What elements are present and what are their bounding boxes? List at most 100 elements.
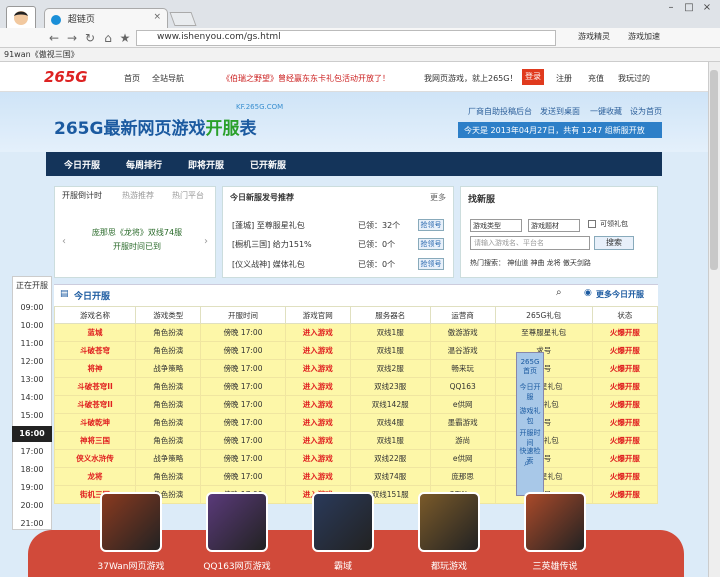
browser-tab[interactable]: 超链页 × bbox=[44, 8, 168, 28]
time-slot[interactable]: 18:00 bbox=[12, 462, 52, 478]
game-label[interactable]: QQ163网页游戏 bbox=[187, 559, 287, 572]
search-input[interactable]: 请输入游戏名、平台名 bbox=[470, 236, 590, 250]
table-cell[interactable]: 至尊服星礼包 bbox=[494, 323, 593, 342]
game-type-select[interactable]: 游戏类型 bbox=[470, 219, 522, 232]
bookmark-item[interactable]: 91wan《傲视三国》 bbox=[4, 50, 79, 59]
giftcode-name[interactable]: [蓬城] 至尊服星礼包 bbox=[232, 221, 305, 230]
nav-recharge[interactable]: 充值 bbox=[588, 73, 604, 84]
game-label[interactable]: 霸域 bbox=[293, 559, 393, 572]
more-today-link[interactable]: 更多今日开服 bbox=[596, 289, 644, 300]
search-icon[interactable]: ⌕ bbox=[556, 287, 562, 298]
game-label[interactable]: 三英雄传说 bbox=[505, 559, 605, 572]
hot-search[interactable]: 热门搜索： 神仙道 神曲 龙将 傲天剑路 bbox=[470, 258, 591, 268]
next-arrow-icon[interactable]: › bbox=[204, 236, 208, 247]
banner-link-0[interactable]: 厂商自助投稿后台 bbox=[468, 106, 532, 117]
time-slot[interactable]: 17:00 bbox=[12, 444, 52, 460]
game-icon[interactable] bbox=[524, 492, 586, 552]
game-label[interactable]: 37Wan网页游戏 bbox=[81, 559, 181, 572]
side-float-item[interactable]: 游戏礼包 bbox=[518, 406, 542, 426]
tab-countdown[interactable]: 开服倒计时 bbox=[62, 190, 102, 201]
reload-icon[interactable]: ↻ bbox=[82, 30, 98, 46]
enter-game-link[interactable]: 进入游戏 bbox=[284, 467, 351, 486]
game-icon[interactable] bbox=[100, 492, 162, 552]
side-float-item[interactable]: 快速检索 bbox=[518, 446, 542, 466]
navbar-item-upcoming[interactable]: 即将开服 bbox=[188, 158, 224, 171]
grab-code-button[interactable]: 抢领号 bbox=[418, 219, 444, 231]
maximize-icon[interactable]: □ bbox=[680, 2, 698, 16]
gift-checkbox[interactable] bbox=[588, 220, 596, 228]
time-slot[interactable]: 16:00 bbox=[12, 426, 52, 442]
bookmark-star-icon[interactable]: ★ bbox=[117, 30, 133, 46]
address-bar[interactable]: www.ishenyou.com/gs.html bbox=[136, 30, 556, 46]
navbar-item-weekly[interactable]: 每周排行 bbox=[126, 158, 162, 171]
time-slot[interactable]: 19:00 bbox=[12, 480, 52, 496]
tab-hot-games[interactable]: 热游推荐 bbox=[122, 190, 154, 201]
forward-icon[interactable]: → bbox=[64, 30, 80, 46]
game-name-cell[interactable]: 斗破苍穹 bbox=[53, 341, 137, 360]
enter-game-link[interactable]: 进入游戏 bbox=[284, 395, 351, 414]
banner-link-2[interactable]: 一键收藏 bbox=[590, 106, 622, 117]
giftcode-more-link[interactable]: 更多 bbox=[430, 192, 446, 203]
prev-arrow-icon[interactable]: ‹ bbox=[62, 236, 66, 247]
home-icon[interactable]: ⌂ bbox=[100, 30, 116, 46]
giftcode-name[interactable]: [橱机三国] 给力151% bbox=[232, 240, 312, 249]
navbar-item-opened[interactable]: 已开新服 bbox=[250, 158, 286, 171]
game-theme-select[interactable]: 游戏题材 bbox=[528, 219, 580, 232]
game-name-cell[interactable]: 将神 bbox=[53, 359, 137, 378]
nav-register[interactable]: 注册 bbox=[556, 73, 572, 84]
side-float-item[interactable]: 开服时间 bbox=[518, 428, 542, 448]
toolbar-item-0[interactable]: 游戏精灵 bbox=[578, 31, 610, 42]
toolbar-item-1[interactable]: 游戏加速 bbox=[628, 31, 660, 42]
scrollbar-thumb[interactable] bbox=[710, 70, 718, 270]
login-button[interactable]: 登录 bbox=[522, 69, 544, 85]
banner-link-1[interactable]: 发送到桌面 bbox=[540, 106, 580, 117]
nav-announcement[interactable]: 《伯瑞之野望》曾经赢东东卡礼包活动开放了！ bbox=[222, 73, 390, 84]
search-button[interactable]: 搜索 bbox=[594, 236, 634, 250]
enter-game-link[interactable]: 进入游戏 bbox=[284, 323, 351, 342]
close-window-icon[interactable]: × bbox=[698, 2, 716, 16]
enter-game-link[interactable]: 进入游戏 bbox=[284, 413, 351, 432]
enter-game-link[interactable]: 进入游戏 bbox=[284, 359, 351, 378]
game-icon[interactable] bbox=[206, 492, 268, 552]
tab-platforms[interactable]: 热门平台 bbox=[172, 190, 204, 201]
game-name-cell[interactable]: 斗破苍穹II bbox=[53, 395, 137, 414]
time-slot[interactable]: 10:00 bbox=[12, 318, 52, 334]
minimize-icon[interactable]: – bbox=[662, 2, 680, 16]
new-tab-button[interactable] bbox=[169, 12, 197, 26]
banner-link-3[interactable]: 设为首页 bbox=[630, 106, 662, 117]
time-slot[interactable]: 11:00 bbox=[12, 336, 52, 352]
enter-game-link[interactable]: 进入游戏 bbox=[284, 341, 351, 360]
nav-played[interactable]: 我玩过的 bbox=[618, 73, 650, 84]
time-slot[interactable]: 15:00 bbox=[12, 408, 52, 424]
game-icon[interactable] bbox=[418, 492, 480, 552]
enter-game-link[interactable]: 进入游戏 bbox=[284, 377, 351, 396]
time-slot[interactable]: 13:00 bbox=[12, 372, 52, 388]
side-float-item[interactable]: 265G首页 bbox=[518, 358, 542, 376]
side-search-icon[interactable]: ⌕ bbox=[524, 458, 530, 469]
enter-game-link[interactable]: 进入游戏 bbox=[284, 431, 351, 450]
time-slot[interactable]: 09:00 bbox=[12, 300, 52, 316]
giftcode-name[interactable]: [仪义战神] 媒体礼包 bbox=[232, 260, 305, 269]
game-icon[interactable] bbox=[312, 492, 374, 552]
game-name-cell[interactable]: 神将三国 bbox=[53, 431, 137, 450]
grab-code-button[interactable]: 抢领号 bbox=[418, 238, 444, 250]
enter-game-link[interactable]: 进入游戏 bbox=[284, 449, 351, 468]
navbar-item-today[interactable]: 今日开服 bbox=[64, 158, 100, 171]
game-name-cell[interactable]: 斗破乾坤 bbox=[53, 413, 137, 432]
side-float-item[interactable]: 今日开服 bbox=[518, 382, 542, 402]
time-slot[interactable]: 14:00 bbox=[12, 390, 52, 406]
game-label[interactable]: 都玩游戏 bbox=[399, 559, 499, 572]
game-name-cell[interactable]: 侠义水浒传 bbox=[53, 449, 137, 468]
close-tab-icon[interactable]: × bbox=[153, 12, 161, 22]
site-logo[interactable]: 265G bbox=[44, 68, 104, 88]
nav-home[interactable]: 首页 bbox=[124, 73, 140, 84]
grab-code-button[interactable]: 抢领号 bbox=[418, 258, 444, 270]
game-name-cell[interactable]: 蓝城 bbox=[53, 323, 137, 342]
nav-all[interactable]: 全站导航 bbox=[152, 73, 184, 84]
time-slot[interactable]: 20:00 bbox=[12, 498, 52, 514]
game-name-cell[interactable]: 龙将 bbox=[53, 467, 137, 486]
back-icon[interactable]: ← bbox=[46, 30, 62, 46]
game-name-cell[interactable]: 斗破苍穹II bbox=[53, 377, 137, 396]
countdown-game[interactable]: 庞那思《龙将》双线74服 bbox=[72, 226, 202, 240]
time-slot[interactable]: 12:00 bbox=[12, 354, 52, 370]
